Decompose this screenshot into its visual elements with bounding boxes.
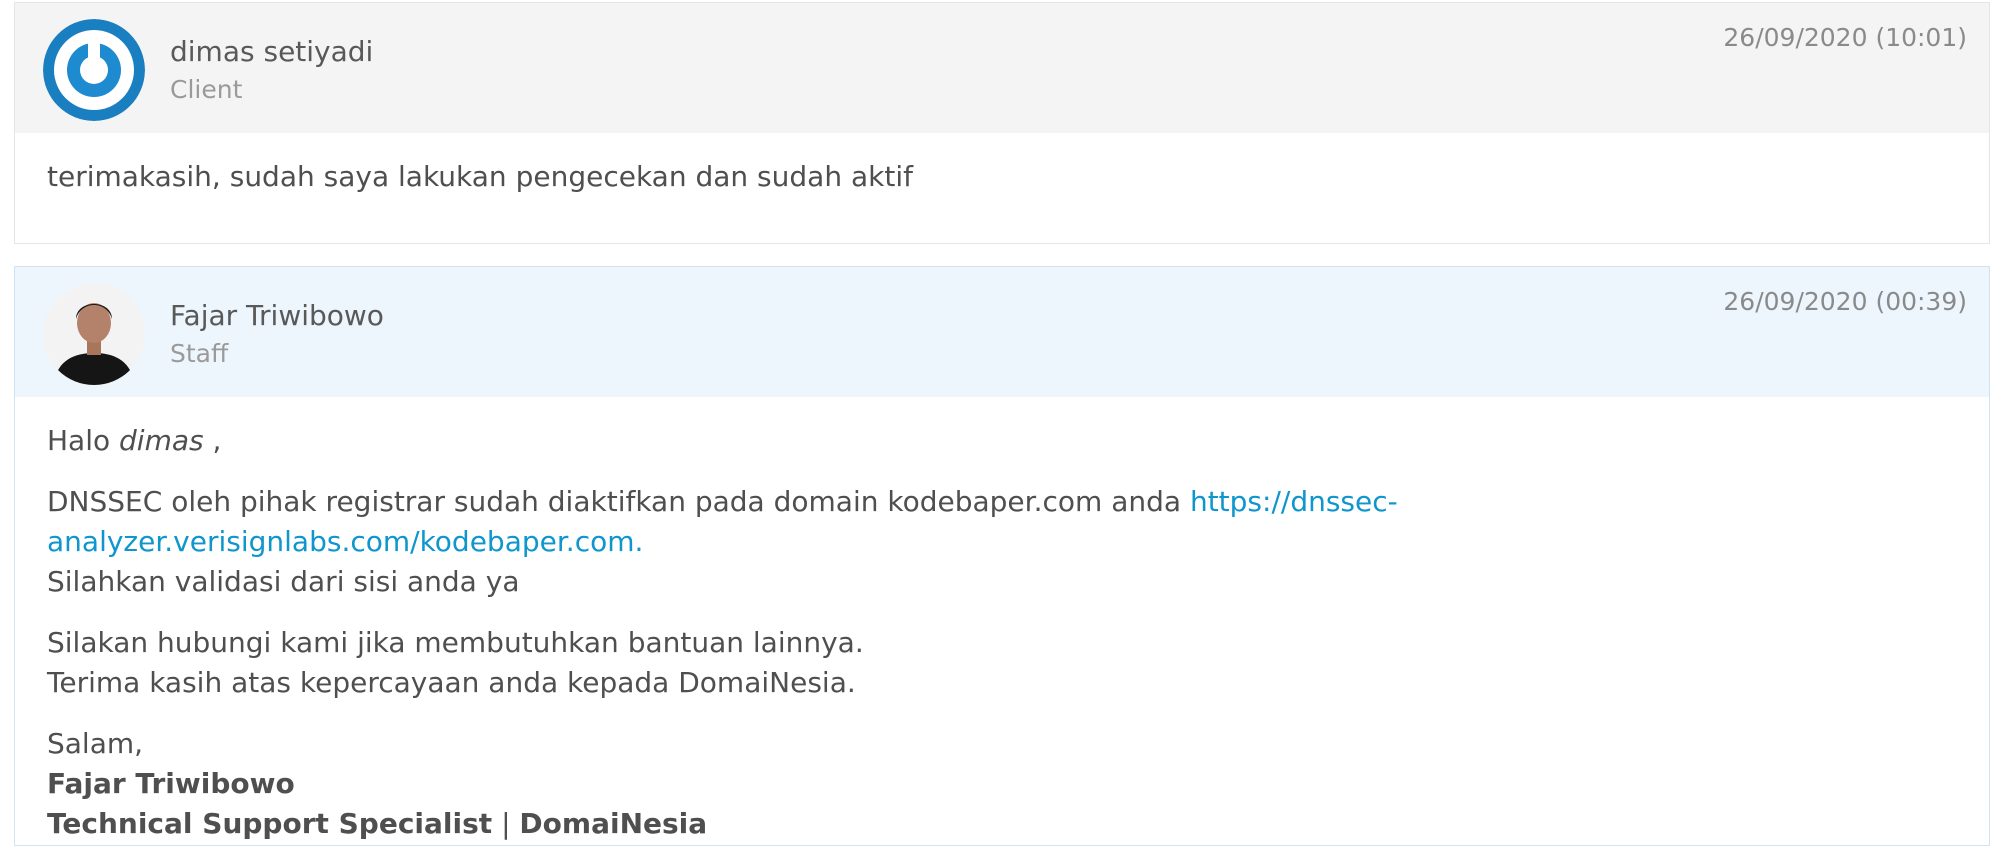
validation-text: Silahkan validasi dari sisi anda ya <box>47 565 520 598</box>
author-name: dimas setiyadi <box>170 35 374 68</box>
power-logo-icon <box>43 19 145 121</box>
dnssec-text: DNSSEC oleh pihak registrar sudah diakti… <box>47 485 1182 518</box>
greeting-prefix: Halo <box>47 424 111 457</box>
avatar <box>43 19 145 121</box>
dnssec-paragraph: DNSSEC oleh pihak registrar sudah diakti… <box>47 482 1957 602</box>
reply-date: 26/09/2020 (00:39) <box>1723 287 1967 316</box>
signature: Salam, Fajar Triwibowo Technical Support… <box>47 724 1957 844</box>
ticket-reply-client: dimas setiyadi Client 26/09/2020 (10:01)… <box>14 2 1990 244</box>
signature-separator: | <box>501 807 511 840</box>
avatar <box>43 283 145 385</box>
reply-text: terimakasih, sudah saya lakukan pengecek… <box>47 160 913 193</box>
closing-text: Salam, <box>47 727 144 760</box>
staff-photo-avatar <box>43 283 145 385</box>
thanks-text: Terima kasih atas kepercayaan anda kepad… <box>47 666 856 699</box>
greeting: Halo dimas , <box>47 421 1957 461</box>
ticket-reply-staff: Fajar Triwibowo Staff 26/09/2020 (00:39)… <box>14 266 1990 846</box>
reply-date: 26/09/2020 (10:01) <box>1723 23 1967 52</box>
author-role: Staff <box>170 339 229 368</box>
reply-body: Halo dimas , DNSSEC oleh pihak registrar… <box>15 397 1989 844</box>
greeting-suffix: , <box>212 424 222 457</box>
reply-body: terimakasih, sudah saya lakukan pengecek… <box>15 133 1989 197</box>
signature-title: Technical Support Specialist <box>47 807 493 840</box>
signature-company: DomaiNesia <box>519 807 708 840</box>
author-role: Client <box>170 75 243 104</box>
greeting-name: dimas <box>119 424 204 457</box>
help-paragraph: Silakan hubungi kami jika membutuhkan ba… <box>47 623 1957 703</box>
author-name: Fajar Triwibowo <box>170 299 384 332</box>
reply-header: Fajar Triwibowo Staff 26/09/2020 (00:39) <box>15 267 1989 397</box>
help-text: Silakan hubungi kami jika membutuhkan ba… <box>47 626 864 659</box>
reply-header: dimas setiyadi Client 26/09/2020 (10:01) <box>15 3 1989 133</box>
signature-name: Fajar Triwibowo <box>47 767 295 800</box>
